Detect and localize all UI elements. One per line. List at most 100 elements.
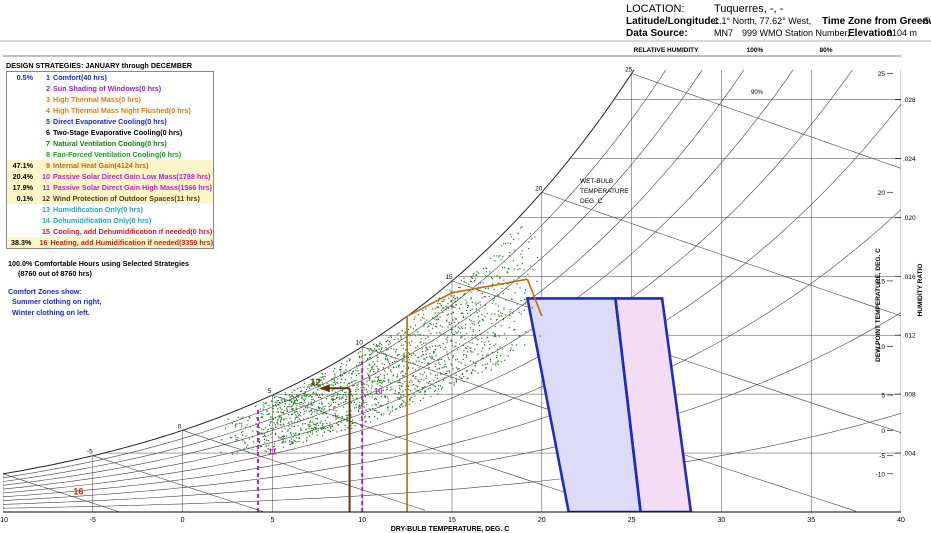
scatter-point — [397, 338, 399, 340]
scatter-point — [412, 401, 414, 403]
scatter-point — [484, 304, 487, 306]
scatter-point — [316, 418, 318, 420]
scatter-point — [245, 435, 247, 437]
scatter-point — [484, 315, 486, 318]
scatter-point — [477, 302, 479, 304]
scatter-point — [389, 342, 391, 344]
scatter-point — [351, 393, 353, 395]
scatter-point — [400, 394, 402, 396]
scatter-point — [402, 383, 404, 385]
scatter-point — [436, 377, 438, 379]
scatter-point — [374, 397, 377, 399]
scatter-point — [507, 355, 509, 357]
scatter-point — [335, 397, 338, 399]
scatter-point — [299, 406, 301, 408]
scatter-point — [340, 419, 342, 421]
scatter-point — [233, 420, 235, 422]
scatter-point — [440, 373, 442, 375]
scatter-point — [425, 350, 427, 352]
scatter-point — [316, 394, 318, 396]
scatter-point — [363, 402, 365, 404]
scatter-point — [330, 427, 332, 429]
scatter-point — [501, 287, 503, 289]
scatter-point — [320, 427, 322, 429]
scatter-point — [307, 402, 309, 404]
relative-humidity-label-90: 90% — [751, 90, 764, 96]
scatter-point — [310, 413, 313, 415]
legend-item-percent: 20.4% — [12, 171, 33, 181]
scatter-point — [309, 425, 311, 427]
legend-item-number: 5 — [46, 116, 50, 126]
scatter-point — [332, 429, 334, 431]
scatter-point — [302, 398, 304, 400]
scatter-point — [518, 311, 520, 313]
scatter-points — [220, 226, 541, 455]
scatter-point — [307, 417, 309, 419]
legend-item: 0.1% 12 Wind Protection of Outdoor Spaces(… — [7, 193, 213, 205]
scatter-point — [301, 397, 303, 399]
legend-item: 15 Cooling, add Dehumidification if neede… — [7, 226, 213, 237]
scatter-point — [240, 423, 243, 425]
scatter-point — [371, 367, 373, 369]
scatter-point — [344, 425, 346, 427]
scatter-point — [235, 439, 237, 441]
scatter-point — [465, 282, 467, 284]
scatter-point — [377, 356, 379, 358]
scatter-point — [475, 274, 477, 276]
legend-item-label: Dehumidification Only(0 hrs) — [53, 215, 152, 225]
scatter-point — [355, 422, 357, 424]
comfort-note-2: Summer clothing on right, — [12, 297, 102, 307]
scatter-point — [278, 404, 280, 406]
scatter-point — [438, 362, 440, 364]
scatter-point — [348, 360, 351, 362]
scatter-point — [390, 336, 393, 338]
scatter-point — [454, 331, 457, 333]
scatter-point — [312, 391, 314, 393]
scatter-point — [498, 335, 500, 337]
legend-title: DESIGN STRATEGIES: JANUARY through DECEM… — [6, 61, 192, 70]
scatter-point — [446, 314, 448, 316]
scatter-point — [371, 350, 373, 352]
scatter-point — [357, 352, 360, 354]
scatter-point — [446, 351, 448, 353]
scatter-point — [390, 335, 392, 337]
wet-bulb-label: 25 — [625, 66, 633, 73]
scatter-point — [486, 336, 488, 338]
scatter-point — [528, 248, 530, 250]
scatter-point — [470, 351, 472, 353]
scatter-point — [308, 395, 310, 397]
scatter-point — [473, 321, 475, 323]
scatter-point — [262, 413, 264, 415]
scatter-point — [441, 367, 443, 369]
scatter-point — [289, 396, 291, 398]
scatter-point — [401, 361, 403, 363]
scatter-point — [288, 406, 290, 408]
scatter-point — [261, 432, 263, 434]
scatter-point — [305, 407, 307, 409]
scatter-point — [355, 379, 357, 381]
scatter-point — [471, 277, 474, 279]
scatter-point — [471, 308, 473, 310]
scatter-point — [364, 389, 366, 391]
scatter-point — [327, 426, 329, 429]
scatter-point — [390, 369, 392, 371]
scatter-point — [294, 400, 296, 403]
scatter-point — [500, 312, 502, 314]
scatter-point — [297, 412, 299, 414]
scatter-point — [513, 329, 515, 331]
legend-item-label: Cooling, add Dehumidification if needed(… — [53, 226, 213, 236]
scatter-point — [452, 306, 454, 308]
comfort-summary: 100.0% Comfortable Hours using Selected … — [8, 259, 189, 280]
scatter-point — [322, 423, 324, 425]
scatter-point — [356, 384, 358, 386]
wet-bulb-title-2: TEMPERATURE — [580, 188, 629, 195]
scatter-point — [470, 320, 472, 322]
scatter-point — [343, 401, 345, 403]
scatter-point — [293, 440, 295, 442]
scatter-point — [403, 401, 405, 403]
scatter-point — [281, 430, 283, 432]
scatter-point — [453, 295, 455, 297]
scatter-point — [285, 394, 287, 396]
scatter-point — [512, 349, 514, 352]
scatter-point — [258, 421, 261, 423]
